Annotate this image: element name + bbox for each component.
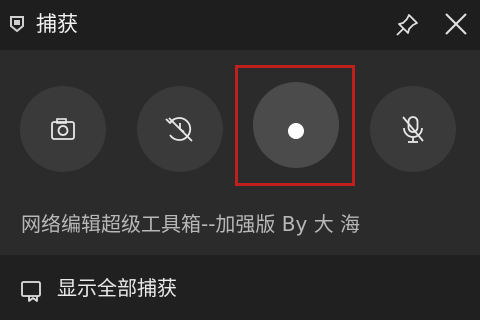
record-highlight-box: [235, 65, 355, 186]
capture-app-icon: [9, 15, 25, 33]
pin-button[interactable]: [392, 10, 422, 40]
gallery-icon[interactable]: [20, 279, 44, 303]
show-all-captures-link[interactable]: 显示全部捕获: [57, 274, 177, 302]
screenshot-button[interactable]: [20, 86, 106, 172]
rewind-clock-icon: [165, 117, 193, 142]
close-icon: [445, 13, 467, 35]
tool-name-label: 网络编辑超级工具箱--加强版 By 大 海: [21, 212, 361, 236]
microphone-off-icon: [402, 116, 424, 143]
capture-window: 捕获 网络编辑超级工具箱--加强版 By 大 海 显示全部捕获: [0, 0, 480, 320]
microphone-button[interactable]: [370, 86, 456, 172]
record-last-button[interactable]: [137, 86, 223, 172]
window-title: 捕获: [36, 12, 78, 36]
camera-icon: [51, 118, 75, 140]
pin-icon: [396, 14, 418, 36]
close-button[interactable]: [440, 8, 472, 40]
title-bar: 捕获: [0, 0, 480, 50]
